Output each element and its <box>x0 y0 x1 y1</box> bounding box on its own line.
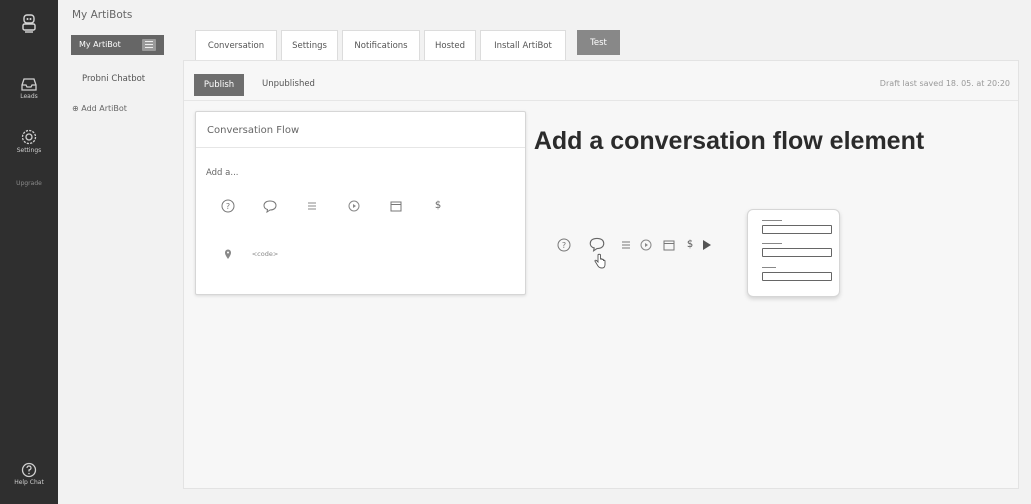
rail-settings[interactable]: Settings <box>0 128 58 154</box>
tab-install[interactable]: Install ArtiBot <box>480 30 566 60</box>
dollar-icon[interactable]: $ <box>428 198 448 214</box>
rail-leads[interactable]: Leads <box>0 78 58 100</box>
code-icon[interactable]: <code> <box>248 246 282 262</box>
add-a-label: Add a... <box>206 168 239 178</box>
flow-divider <box>196 147 525 148</box>
gear-icon <box>21 129 37 145</box>
bots-title: My ArtiBots <box>72 9 133 21</box>
bot-item-probni[interactable]: Probni Chatbot <box>82 74 145 84</box>
help-circle-icon <box>21 462 37 478</box>
unpublished-link[interactable]: Unpublished <box>262 79 315 89</box>
calendar-icon[interactable] <box>386 198 406 214</box>
play-icon[interactable] <box>344 198 364 214</box>
svg-text:?: ? <box>562 241 566 250</box>
main-panel: Publish Unpublished Draft last saved 18.… <box>183 60 1019 489</box>
tab-test[interactable]: Test <box>577 30 620 55</box>
draft-status: Draft last saved 18. 05. at 20:20 <box>879 79 1010 88</box>
strip-calendar-icon <box>661 237 677 257</box>
publish-bar: Publish Unpublished Draft last saved 18.… <box>184 61 1018 101</box>
tab-hosted[interactable]: Hosted <box>424 30 476 60</box>
rail-help-label: Help Chat <box>14 479 44 486</box>
strip-play-icon <box>638 237 654 257</box>
tab-conversation[interactable]: Conversation <box>195 30 277 60</box>
strip-dollar-icon: $ <box>686 239 694 250</box>
bot-list-icon[interactable] <box>142 39 156 51</box>
list-icon[interactable] <box>302 198 322 214</box>
rail-settings-label: Settings <box>16 147 42 154</box>
add-bot-link[interactable]: ⊕ Add ArtiBot <box>72 104 127 113</box>
flow-title: Conversation Flow <box>207 125 300 136</box>
form-input-box <box>762 272 832 281</box>
location-pin-icon[interactable] <box>218 246 238 262</box>
form-input-box <box>762 225 832 234</box>
form-label-line <box>762 267 776 268</box>
bots-sidebar: My ArtiBots My ArtiBot Probni Chatbot ⊕ … <box>58 0 170 504</box>
strip-cursor-hand-icon <box>594 253 606 273</box>
chat-bubble-icon[interactable] <box>260 198 280 214</box>
form-label-line <box>762 220 782 221</box>
strip-list-icon <box>618 237 634 257</box>
logo-robot-icon[interactable] <box>0 14 58 34</box>
strip-arrow-right-icon <box>700 237 714 257</box>
svg-text:?: ? <box>226 202 230 211</box>
bot-item-active-label: My ArtiBot <box>79 40 121 49</box>
icon-rail: Leads Settings Upgrade Help Chat <box>0 0 58 504</box>
inbox-icon <box>21 78 37 91</box>
strip-question-icon: ? <box>556 237 572 257</box>
form-input-box <box>762 248 832 257</box>
tab-notifications[interactable]: Notifications <box>342 30 420 60</box>
form-illustration <box>747 209 840 297</box>
bot-item-active[interactable]: My ArtiBot <box>71 35 164 55</box>
rail-leads-label: Leads <box>20 93 38 100</box>
rail-upgrade[interactable]: Upgrade <box>0 180 58 187</box>
rail-help-chat[interactable]: Help Chat <box>0 462 58 486</box>
publish-button[interactable]: Publish <box>194 74 244 96</box>
conversation-flow-card: Conversation Flow Add a... ? $ <code> <box>195 111 526 295</box>
form-label-line <box>762 243 782 244</box>
question-icon[interactable]: ? <box>218 198 238 214</box>
hero-title: Add a conversation flow element <box>533 127 925 155</box>
tab-settings[interactable]: Settings <box>281 30 338 60</box>
